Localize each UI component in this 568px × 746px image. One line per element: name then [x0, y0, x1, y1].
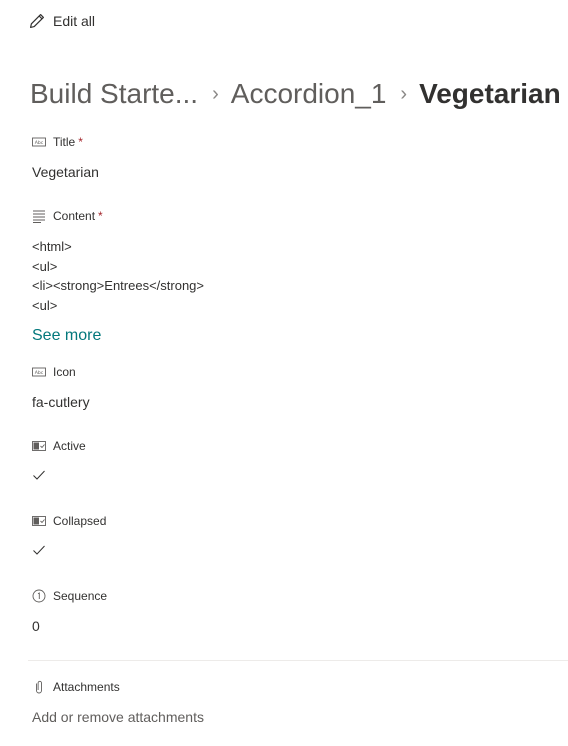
required-indicator: * [78, 135, 83, 149]
text-field-icon: Abc [32, 137, 46, 147]
yes-no-toggle-icon [32, 441, 46, 451]
attachments-field[interactable]: Attachments Add or remove attachments [32, 678, 204, 725]
content-field-label: Content * [32, 207, 204, 225]
title-field[interactable]: Abc Title * Vegetarian [32, 133, 99, 180]
collapsed-field-label: Collapsed [32, 512, 106, 530]
breadcrumb: Build Starte... › Accordion_1 › Vegetari… [30, 74, 561, 114]
sequence-field-value[interactable]: 0 [32, 618, 107, 634]
edit-all-label: Edit all [53, 13, 96, 29]
paperclip-icon [36, 680, 42, 694]
page-title: Vegetarian [419, 78, 561, 109]
title-field-label: Abc Title * [32, 133, 99, 151]
checkmark-icon[interactable] [32, 543, 46, 557]
pencil-icon [30, 14, 44, 28]
content-field[interactable]: Content * <html> <ul> <li><strong>Entree… [32, 207, 204, 345]
required-indicator: * [98, 209, 103, 223]
active-field[interactable]: Active [32, 437, 86, 482]
number-field-icon [32, 589, 46, 603]
yes-no-toggle-icon [32, 516, 46, 526]
see-more-link[interactable]: See more [32, 327, 204, 345]
breadcrumb-item-folder[interactable]: Accordion_1 [231, 78, 387, 110]
icon-field-value[interactable]: fa-cutlery [32, 394, 90, 410]
multiline-text-icon [33, 210, 45, 223]
breadcrumb-separator-icon: › [212, 82, 219, 105]
text-field-icon: Abc [32, 367, 46, 377]
attachments-field-label: Attachments [32, 678, 204, 696]
sequence-field[interactable]: Sequence 0 [32, 587, 107, 634]
breadcrumb-separator-icon: › [400, 82, 408, 105]
active-field-label: Active [32, 437, 86, 455]
collapsed-field[interactable]: Collapsed [32, 512, 106, 557]
icon-field[interactable]: Abc Icon fa-cutlery [32, 363, 90, 410]
section-divider [28, 660, 568, 661]
icon-field-label: Abc Icon [32, 363, 90, 381]
title-field-value[interactable]: Vegetarian [32, 164, 99, 180]
svg-text:Abc: Abc [35, 370, 44, 376]
edit-all-button[interactable]: Edit all [28, 11, 95, 31]
content-field-value[interactable]: <html> <ul> <li><strong>Entrees</strong>… [32, 237, 204, 315]
breadcrumb-item-list[interactable]: Build Starte... [30, 78, 198, 110]
svg-text:Abc: Abc [35, 140, 44, 146]
checkmark-icon[interactable] [32, 468, 46, 482]
sequence-field-label: Sequence [32, 587, 107, 605]
add-remove-attachments-link[interactable]: Add or remove attachments [32, 709, 204, 725]
